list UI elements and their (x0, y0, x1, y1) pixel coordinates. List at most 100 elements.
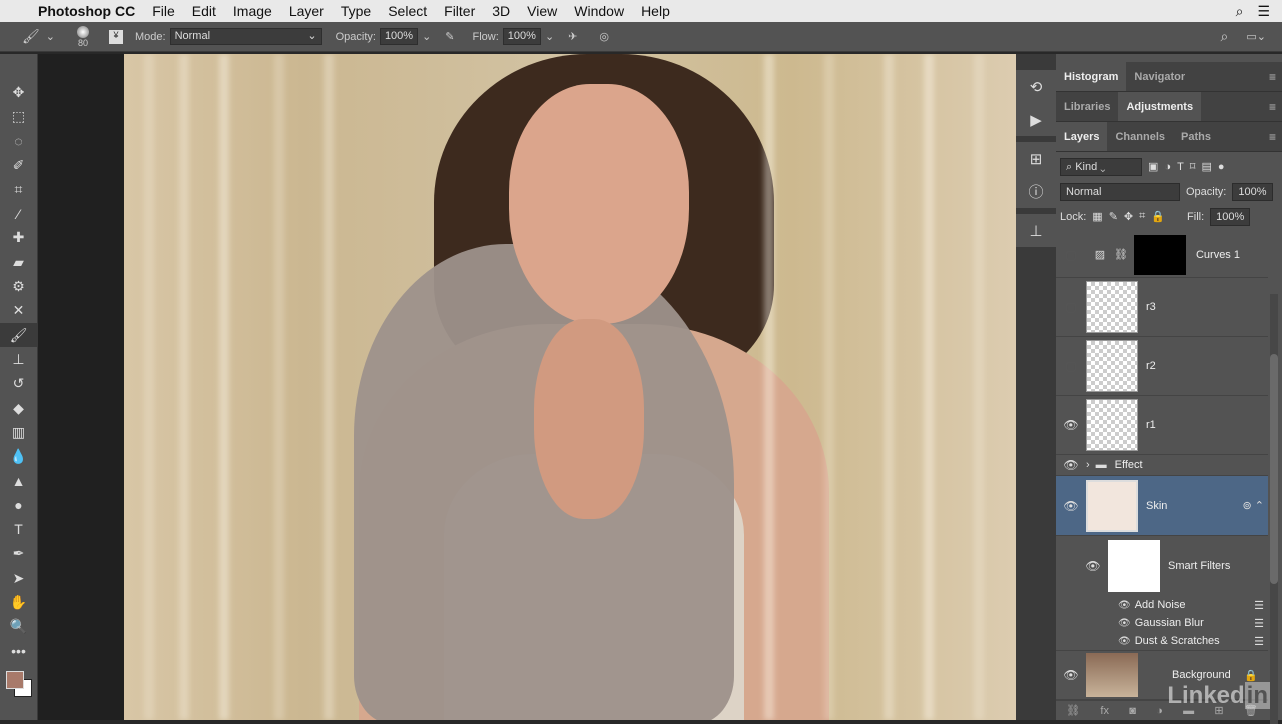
pressure-opacity-icon[interactable]: ✎ (445, 30, 454, 43)
panel-menu-icon[interactable]: ≡ (1269, 130, 1276, 144)
visibility-toggle[interactable]: ▢ (1056, 300, 1086, 314)
gradient-tool[interactable]: ▥ (0, 420, 37, 444)
chevron-down-icon[interactable]: ⌄ (422, 30, 431, 43)
filter-kind-select[interactable]: ⌕ Kind ⌄ (1060, 157, 1142, 176)
filter-options-icon[interactable]: ☰ (1254, 635, 1264, 648)
smart-filter-item[interactable]: 👁 Dust & Scratches ☰ (1056, 632, 1268, 650)
lock-image-icon[interactable]: ✎ (1109, 210, 1118, 223)
link-layers-icon[interactable]: ⛓ (1066, 704, 1080, 717)
filter-toggle[interactable]: ● (1218, 161, 1225, 173)
layer-r1[interactable]: 👁 r1 (1056, 396, 1268, 455)
chevron-down-icon[interactable]: ⌄ (545, 30, 554, 43)
menu-select[interactable]: Select (388, 3, 427, 19)
smart-filter-item[interactable]: 👁 Gaussian Blur ☰ (1056, 614, 1268, 632)
history-icon[interactable]: ⟲ (1016, 70, 1056, 103)
fx-icon[interactable]: fx (1100, 705, 1109, 717)
color-swatches[interactable] (0, 663, 37, 703)
search-icon[interactable]: ⌕ (1221, 28, 1229, 45)
blur-tool[interactable]: 💧 (0, 444, 37, 468)
chevron-down-icon[interactable]: ⌄ (46, 30, 55, 43)
smart-filters-row[interactable]: 👁 Smart Filters (1056, 536, 1268, 596)
lock-artboard-icon[interactable]: ⌗ (1139, 210, 1145, 223)
scrollbar-thumb[interactable] (1270, 354, 1278, 584)
bandage-tool[interactable]: ▰ (0, 250, 37, 274)
menu-type[interactable]: Type (341, 3, 371, 19)
zoom-tool[interactable]: 🔍 (0, 615, 37, 639)
filter-name[interactable]: Add Noise (1135, 599, 1186, 611)
eye-icon[interactable]: 👁 (1118, 600, 1131, 611)
layer-name[interactable]: Smart Filters (1168, 560, 1230, 572)
pen-tool[interactable]: ✒ (0, 542, 37, 566)
menu-view[interactable]: View (527, 3, 557, 19)
menu-help[interactable]: Help (641, 3, 670, 19)
brush-tool-icon[interactable]: 🖌 (22, 28, 40, 45)
eye-icon[interactable]: 👁 (1118, 618, 1131, 629)
tab-adjustments[interactable]: Adjustments (1118, 92, 1202, 121)
info-icon[interactable]: ⓘ (1016, 175, 1056, 208)
menu-layer[interactable]: Layer (289, 3, 324, 19)
filter-name[interactable]: Dust & Scratches (1135, 635, 1220, 647)
layer-name[interactable]: Background (1172, 669, 1231, 681)
eye-icon[interactable]: 👁 (1056, 499, 1086, 513)
layer-name[interactable]: r3 (1146, 301, 1156, 313)
layer-name[interactable]: Curves 1 (1196, 249, 1240, 261)
layer-name[interactable]: Skin (1146, 500, 1167, 512)
eyedropper-tool[interactable]: ⁄ (0, 201, 37, 225)
chevron-right-icon[interactable]: › (1086, 459, 1090, 471)
quick-select-tool[interactable]: ✐ (0, 153, 37, 177)
pressure-size-icon[interactable]: ◎ (599, 30, 609, 43)
history-brush-tool[interactable]: ↺ (0, 372, 37, 396)
sharpen-tool[interactable]: ▲ (0, 469, 37, 493)
blend-mode-select[interactable]: Normal (1060, 182, 1180, 201)
marquee-tool[interactable]: ⬚ (0, 104, 37, 128)
menu-3d[interactable]: 3D (492, 3, 510, 19)
menu-window[interactable]: Window (574, 3, 624, 19)
panel-menu-icon[interactable]: ≡ (1269, 70, 1276, 84)
workspace-icon[interactable]: ▭⌄ (1246, 30, 1266, 43)
visibility-toggle[interactable]: ▢ (1056, 359, 1086, 373)
path-select-tool[interactable]: ➤ (0, 566, 37, 590)
layer-opacity-input[interactable]: 100% (1232, 182, 1273, 201)
menu-filter[interactable]: Filter (444, 3, 475, 19)
crop-tool[interactable]: ⌗ (0, 177, 37, 201)
lock-position-icon[interactable]: ✥ (1124, 210, 1133, 223)
tab-layers[interactable]: Layers (1056, 122, 1108, 151)
lock-transparent-icon[interactable]: ▦ (1092, 210, 1102, 223)
sponge-tool[interactable]: ● (0, 493, 37, 517)
stamp-tool[interactable]: ⊥ (0, 347, 37, 371)
layer-curves[interactable]: ▢ ▨ ⛓ Curves 1 (1056, 232, 1268, 278)
tab-channels[interactable]: Channels (1107, 122, 1173, 151)
filter-adjustment-icon[interactable]: ◑ (1164, 161, 1171, 173)
menu-file[interactable]: File (152, 3, 175, 19)
layer-group-effect[interactable]: 👁 › ▬ Effect (1056, 455, 1268, 476)
search-icon[interactable]: ⌕ (1236, 3, 1244, 20)
smart-filter-icon[interactable]: ⊚ ⌃ (1243, 499, 1265, 512)
healing-tool[interactable]: ✚ (0, 226, 37, 250)
list-icon[interactable]: ☰ (1257, 3, 1270, 20)
hand-tool[interactable]: ✋ (0, 590, 37, 614)
type-tool[interactable]: T (0, 517, 37, 541)
smart-filter-item[interactable]: 👁 Add Noise ☰ (1056, 596, 1268, 614)
opacity-input[interactable]: 100% (379, 28, 419, 45)
eye-icon[interactable]: 👁 (1056, 418, 1086, 432)
lasso-tool[interactable]: ◌ (0, 129, 37, 153)
layer-r2[interactable]: ▢ r2 (1056, 337, 1268, 396)
eye-icon[interactable]: 👁 (1078, 559, 1108, 573)
foreground-color-swatch[interactable] (6, 671, 24, 690)
content-move-tool[interactable]: ✕ (0, 299, 37, 323)
filter-smart-icon[interactable]: ▤ (1201, 160, 1211, 173)
brush-panel-icon[interactable]: ¥ (109, 29, 123, 44)
properties-icon[interactable]: ⊞ (1016, 142, 1056, 175)
layers-scrollbar[interactable] (1270, 294, 1278, 724)
tab-navigator[interactable]: Navigator (1126, 62, 1193, 91)
flow-input[interactable]: 100% (502, 28, 541, 45)
visibility-toggle[interactable]: ▢ (1056, 248, 1086, 262)
airbrush-icon[interactable]: ✈ (568, 30, 577, 43)
layer-name[interactable]: Effect (1115, 459, 1143, 471)
eye-icon[interactable]: 👁 (1056, 668, 1086, 682)
move-tool[interactable]: ✥ (0, 80, 37, 104)
layer-name[interactable]: r2 (1146, 360, 1156, 372)
layer-skin[interactable]: 👁 Skin ⊚ ⌃ (1056, 476, 1268, 536)
filter-pixel-icon[interactable]: ▣ (1148, 160, 1158, 173)
layer-name[interactable]: r1 (1146, 419, 1156, 431)
